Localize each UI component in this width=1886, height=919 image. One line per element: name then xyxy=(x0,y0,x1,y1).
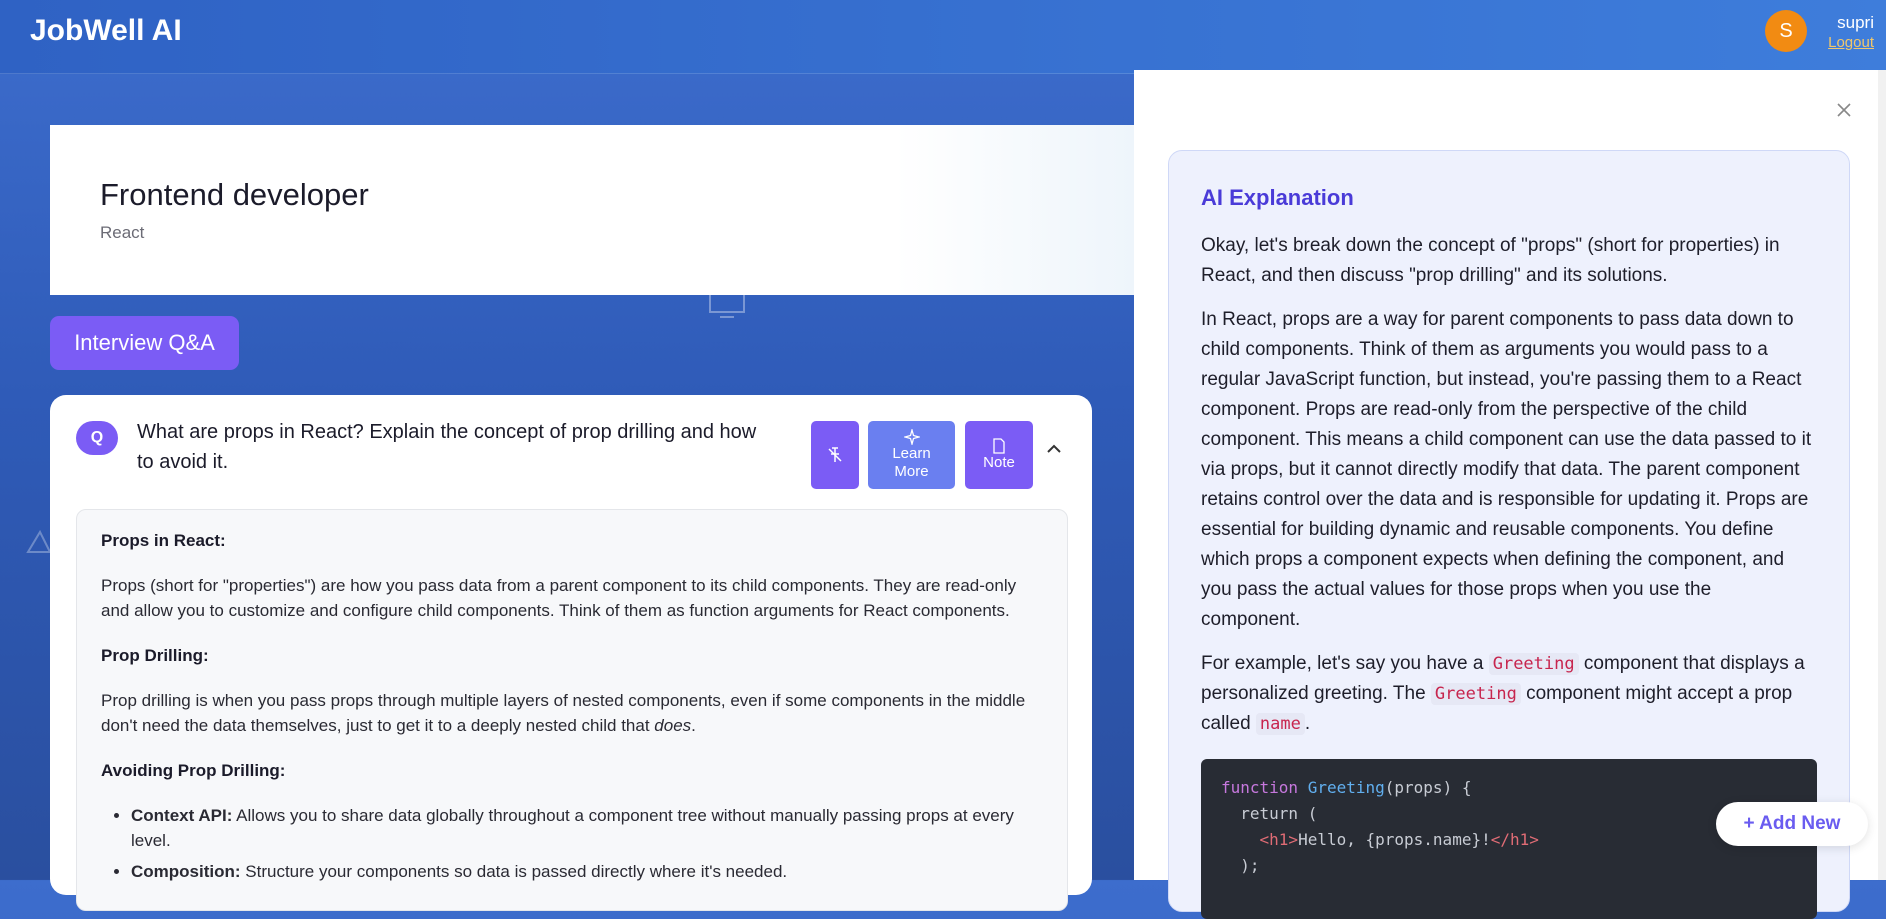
note-button[interactable]: Note xyxy=(965,421,1033,489)
answer-paragraph: Prop drilling is when you pass props thr… xyxy=(101,691,1026,735)
answer-list: Context API: Allows you to share data gl… xyxy=(101,803,1036,884)
answer-paragraph: Props (short for "properties") are how y… xyxy=(101,576,1017,620)
explanation-paragraph: Okay, let's break down the concept of "p… xyxy=(1201,235,1780,286)
avatar[interactable]: S xyxy=(1765,10,1807,52)
leaf-icon xyxy=(26,529,52,553)
list-item: Context API: Allows you to share data gl… xyxy=(131,803,1036,853)
answer-heading-drilling: Prop Drilling: xyxy=(101,646,209,665)
answer-panel: Props in React: Props (short for "proper… xyxy=(76,509,1068,911)
explanation-title: AI Explanation xyxy=(1201,185,1354,210)
add-new-button[interactable]: + Add New xyxy=(1716,802,1868,846)
note-icon xyxy=(993,438,1005,454)
username: supri xyxy=(1837,13,1874,32)
explanation-card: AI Explanation Okay, let's break down th… xyxy=(1168,150,1850,919)
question-badge: Q xyxy=(76,421,118,455)
answer-heading-props: Props in React: xyxy=(101,531,226,550)
chevron-up-icon[interactable] xyxy=(1045,440,1063,458)
learn-more-button[interactable]: Learn More xyxy=(868,421,955,489)
list-item: Composition: Structure your components s… xyxy=(131,859,1036,884)
note-label: Note xyxy=(983,454,1015,471)
question-card: Q What are props in React? Explain the c… xyxy=(50,395,1092,911)
monitor-icon xyxy=(709,291,745,318)
page-title: Frontend developer xyxy=(100,177,369,212)
top-bar: JobWell AI S supri Logout xyxy=(0,0,1886,74)
answer-heading-avoiding: Avoiding Prop Drilling: xyxy=(101,761,286,780)
explanation-paragraph: In React, props are a way for parent com… xyxy=(1201,309,1812,630)
inline-code: Greeting xyxy=(1430,683,1521,705)
inline-code: name xyxy=(1255,713,1305,735)
tab-interview-qa[interactable]: Interview Q&A xyxy=(50,316,239,370)
inline-code: Greeting xyxy=(1488,653,1579,675)
role-header-card: Frontend developer React xyxy=(50,125,1134,295)
ai-explanation-drawer: AI Explanation Okay, let's break down th… xyxy=(1134,70,1886,919)
question-text: What are props in React? Explain the con… xyxy=(137,421,757,473)
scrollbar[interactable] xyxy=(1878,70,1886,880)
explanation-paragraph: For example, let's say you have a Greeti… xyxy=(1201,653,1805,735)
close-icon[interactable] xyxy=(1834,100,1854,120)
sparkle-icon xyxy=(903,429,920,445)
pin-off-icon xyxy=(828,447,842,462)
learn-more-label-1: Learn xyxy=(892,445,931,462)
unpin-button[interactable] xyxy=(811,421,859,489)
logout-link[interactable]: Logout xyxy=(1828,34,1874,51)
learn-more-label-2: More xyxy=(894,463,929,480)
brand-logo[interactable]: JobWell AI xyxy=(30,14,182,48)
explanation-body: Okay, let's break down the concept of "p… xyxy=(1201,231,1813,753)
page-subtitle: React xyxy=(100,223,145,242)
